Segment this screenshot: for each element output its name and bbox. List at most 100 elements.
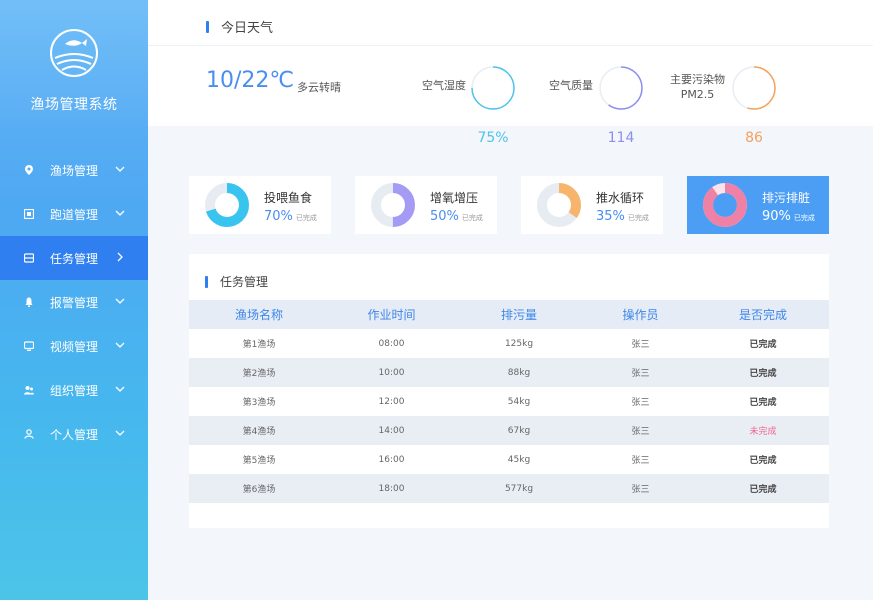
sidebar-item-label: 报警管理 bbox=[50, 295, 99, 310]
completion-status: 未完成 bbox=[749, 427, 777, 437]
table-cell: 54kg bbox=[507, 396, 531, 407]
task-table: 渔场名称 作业时间 排污量 操作员 是否完成 第1渔场 08:00 125kg 张三 已完成 第2… bbox=[189, 300, 829, 503]
task-progress-donut bbox=[537, 183, 581, 227]
gauge-value: 86 bbox=[745, 130, 763, 146]
app-title: 渔场管理系统 bbox=[30, 97, 118, 113]
task-card-icon bbox=[24, 253, 34, 263]
table-row[interactable]: 第6渔场 18:00 577kg 张三 已完成 bbox=[189, 474, 829, 503]
sidebar-nav: 渔场管理跑道管理任务管理报警管理视频管理组织管理个人管理 bbox=[0, 148, 148, 456]
task-table-title: 任务管理 bbox=[205, 273, 268, 290]
task-percent-value: 90% bbox=[762, 209, 791, 224]
sidebar-item-0[interactable]: 渔场管理 bbox=[0, 148, 148, 192]
group-users-icon bbox=[24, 386, 34, 395]
completion-status: 已完成 bbox=[749, 398, 777, 408]
task-card-3[interactable]: 排污排脏 90% 已完成 bbox=[687, 176, 829, 234]
column-header: 是否完成 bbox=[738, 308, 787, 322]
task-card-percent: 90% 已完成 bbox=[762, 209, 815, 224]
sidebar-item-label: 个人管理 bbox=[50, 427, 99, 442]
task-progress-donut bbox=[703, 183, 747, 227]
chevron-down-icon bbox=[115, 430, 125, 436]
table-row[interactable]: 第1渔场 08:00 125kg 张三 已完成 bbox=[189, 329, 829, 358]
air-quality-label: 空气质量 bbox=[549, 79, 593, 92]
column-header: 作业时间 bbox=[367, 308, 416, 322]
sidebar-item-label: 跑道管理 bbox=[50, 207, 99, 222]
task-table-title-text: 任务管理 bbox=[220, 275, 269, 289]
fish-farm-logo-icon bbox=[50, 29, 98, 77]
table-cell: 张三 bbox=[631, 456, 650, 466]
sidebar-item-label: 任务管理 bbox=[50, 251, 99, 266]
completion-status: 已完成 bbox=[749, 340, 777, 350]
task-status: 已完成 bbox=[627, 214, 649, 222]
weather-title-text: 今日天气 bbox=[221, 21, 274, 36]
column-header: 操作员 bbox=[622, 308, 659, 322]
chevron-down-icon bbox=[115, 386, 125, 392]
task-card-0[interactable]: 投喂鱼食 70% 已完成 bbox=[189, 176, 331, 234]
table-cell: 18:00 bbox=[378, 483, 405, 494]
column-header: 渔场名称 bbox=[234, 308, 283, 322]
gauge-ring bbox=[599, 66, 643, 110]
title-accent-bar bbox=[205, 275, 208, 288]
table-cell: 张三 bbox=[631, 340, 650, 350]
task-table-panel: 任务管理 渔场名称 作业时间 排污量 操作员 是否完成 第1渔场 08:00 125kg 张三… bbox=[189, 254, 829, 528]
sidebar-item-label: 渔场管理 bbox=[50, 163, 99, 178]
sidebar-item-1[interactable]: 跑道管理 bbox=[0, 192, 148, 236]
weather-section-title: 今日天气 bbox=[206, 17, 273, 36]
task-card-1[interactable]: 增氧增压 50% 已完成 bbox=[355, 176, 497, 234]
table-body: 第1渔场 08:00 125kg 张三 已完成 第2渔场 10:00 88kg 张三 已完成 第3渔… bbox=[189, 329, 829, 503]
table-cell: 张三 bbox=[631, 427, 650, 437]
user-profile-icon bbox=[24, 429, 34, 439]
air-quality-gauge: 114 bbox=[598, 65, 644, 146]
sidebar-item-6[interactable]: 个人管理 bbox=[0, 412, 148, 456]
table-cell: 第5渔场 bbox=[242, 456, 276, 466]
table-cell: 张三 bbox=[631, 485, 650, 495]
table-header: 渔场名称 作业时间 排污量 操作员 是否完成 bbox=[189, 300, 829, 329]
table-cell: 577kg bbox=[504, 483, 534, 494]
temperature: 10/22℃ bbox=[206, 68, 295, 93]
chevron-down-icon bbox=[115, 166, 125, 172]
column-header: 排污量 bbox=[500, 308, 537, 322]
table-cell: 第1渔场 bbox=[242, 340, 276, 350]
table-cell: 08:00 bbox=[378, 338, 405, 349]
task-card-percent: 70% 已完成 bbox=[264, 209, 317, 224]
chevron-right-icon bbox=[117, 252, 123, 262]
task-card-percent: 50% 已完成 bbox=[430, 209, 483, 224]
sidebar-item-label: 视频管理 bbox=[50, 339, 99, 354]
task-card-2[interactable]: 推水循环 35% 已完成 bbox=[521, 176, 663, 234]
table-row[interactable]: 第2渔场 10:00 88kg 张三 已完成 bbox=[189, 358, 829, 387]
video-screen-icon bbox=[24, 341, 34, 351]
task-status: 已完成 bbox=[461, 214, 483, 222]
weather-panel: 今日天气 10/22℃ 多云转晴 空气湿度 75% 空气质量 114 主要污染物… bbox=[148, 0, 873, 146]
table-cell: 张三 bbox=[631, 398, 650, 408]
task-card-name: 投喂鱼食 bbox=[264, 191, 313, 205]
task-card-name: 排污排脏 bbox=[762, 191, 811, 205]
pollutant-gauge: 86 bbox=[731, 65, 777, 146]
location-pin-icon bbox=[25, 165, 33, 175]
table-row[interactable]: 第5渔场 16:00 45kg 张三 已完成 bbox=[189, 445, 829, 474]
task-percent-value: 35% bbox=[596, 209, 625, 224]
task-card-name: 增氧增压 bbox=[430, 191, 479, 205]
sidebar-item-5[interactable]: 组织管理 bbox=[0, 368, 148, 412]
pollutant-label: 主要污染物 PM2.5 bbox=[670, 72, 725, 102]
pollutant-label-line2: PM2.5 bbox=[680, 88, 715, 101]
completion-status: 已完成 bbox=[749, 369, 777, 379]
gauge-ring bbox=[732, 66, 776, 110]
grid-box-icon bbox=[24, 209, 34, 219]
table-cell: 第4渔场 bbox=[242, 427, 276, 437]
completion-status: 已完成 bbox=[749, 485, 777, 495]
sidebar-item-4[interactable]: 视频管理 bbox=[0, 324, 148, 368]
table-cell: 第3渔场 bbox=[242, 398, 276, 408]
table-cell: 125kg bbox=[504, 338, 534, 349]
humidity-gauge: 75% bbox=[470, 65, 516, 146]
chevron-down-icon bbox=[115, 342, 125, 348]
table-cell: 张三 bbox=[631, 369, 650, 379]
sidebar-item-2[interactable]: 任务管理 bbox=[0, 236, 148, 280]
table-row[interactable]: 第3渔场 12:00 54kg 张三 已完成 bbox=[189, 387, 829, 416]
table-cell: 12:00 bbox=[378, 396, 405, 407]
task-card-percent: 35% 已完成 bbox=[596, 209, 649, 224]
table-cell: 14:00 bbox=[378, 425, 405, 436]
chevron-down-icon bbox=[115, 298, 125, 304]
table-cell: 16:00 bbox=[378, 454, 405, 465]
table-row[interactable]: 第4渔场 14:00 67kg 张三 未完成 bbox=[189, 416, 829, 445]
sidebar-item-3[interactable]: 报警管理 bbox=[0, 280, 148, 324]
divider bbox=[148, 45, 873, 46]
